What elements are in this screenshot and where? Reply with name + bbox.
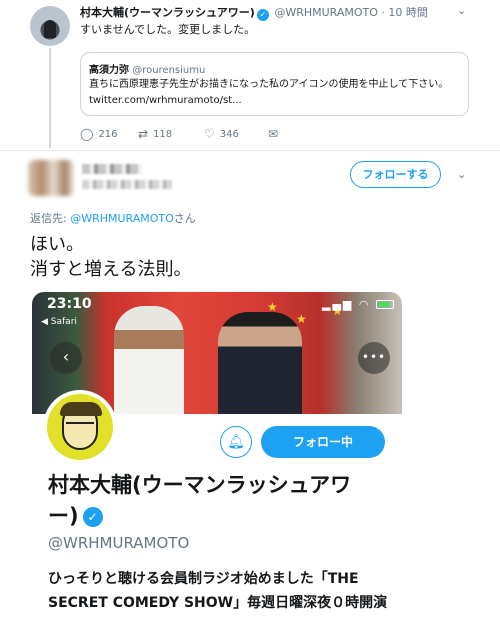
author-handle[interactable]: @WRHMURAMOTO (274, 6, 378, 19)
tweet-header: 村本大輔(ウーマンラッシュアワー) ✓ @WRHMURAMOTO · 10 時間 (80, 4, 428, 21)
blurred-name (82, 164, 142, 174)
follow-button[interactable]: フォローする (350, 161, 441, 188)
author-name[interactable]: 村本大輔(ウーマンラッシュアワー) (80, 6, 255, 19)
heart-icon: ♡ (204, 127, 215, 141)
divider (0, 150, 500, 151)
chevron-down-icon[interactable]: ⌄ (457, 4, 466, 17)
retweet-icon: ⇄ (138, 127, 149, 141)
tweet-text: すいませんでした。変更しました。 (80, 23, 256, 36)
cartoon-face-icon (60, 402, 102, 450)
following-button: フォロー中 (261, 426, 385, 458)
reply-count: 216 (98, 129, 118, 140)
profile-bio: ひっそりと聴ける会員制ラジオ始めました「THE SECRET COMEDY SH… (48, 571, 388, 611)
quoted-author-name: 高須力弥 (89, 65, 129, 76)
retweet-action[interactable]: ⇄ 118 (138, 127, 172, 141)
verified-icon: ✓ (256, 9, 269, 21)
tweet-text-line2: 消すと増える法則。 (30, 259, 192, 280)
more-button: ••• (358, 342, 390, 374)
quoted-tweet-header: 高須力弥 @rourensiumu (89, 61, 205, 76)
reply-icon: ◯ (80, 127, 94, 141)
battery-icon (376, 300, 394, 309)
quoted-tweet-text: 直ちに西原理恵子先生がお描きになった私のアイコンの使用を中止して下さい。 twi… (89, 79, 449, 106)
message-action[interactable]: ✉ (268, 127, 283, 141)
reply-action[interactable]: ◯ 216 (80, 127, 118, 141)
banner-person-right (218, 312, 302, 414)
reply-to-mention[interactable]: @WRHMURAMOTO (70, 212, 174, 225)
signal-icon: ▂▄▆ (322, 298, 354, 311)
reply-to-suffix: さん (173, 212, 196, 225)
profile-handle: @WRHMURAMOTO (48, 534, 190, 552)
chevron-down-icon[interactable]: ⌄ (457, 168, 466, 181)
quoted-author-handle: @rourensiumu (132, 65, 206, 76)
attached-image[interactable]: ★ ★ ★ 23:10 ◀ Safari ▂▄▆ ◠ ‹ ••• 🔔︎ フォロー… (32, 292, 402, 635)
profile-name: 村本大輔(ウーマンラッシュアワー) ✓ (48, 470, 368, 532)
wifi-icon: ◠ (358, 298, 371, 311)
author-avatar[interactable] (30, 6, 70, 46)
back-button: ‹ (50, 342, 82, 374)
blurred-avatar[interactable] (28, 160, 74, 196)
reply-to-prefix: 返信先: (30, 212, 71, 225)
verified-icon: ✓ (82, 507, 103, 527)
tweet-time[interactable]: · 10 時間 (381, 6, 428, 19)
mail-icon: ✉ (268, 127, 279, 141)
tweet-text-line1: ほい。 (30, 234, 84, 255)
reply-tweet: 村本大輔(ウーマンラッシュアワー) ✓ @WRHMURAMOTO · 10 時間 … (0, 0, 500, 150)
reply-to-line: 返信先: @WRHMURAMOTOさん (30, 210, 196, 226)
tweet-text: ほい。 消すと増える法則。 (30, 232, 191, 282)
status-time: 23:10 (47, 296, 92, 312)
like-action[interactable]: ♡ 346 (204, 127, 239, 141)
quoted-tweet[interactable]: 高須力弥 @rourensiumu 直ちに西原理恵子先生がお描きになった私のアイ… (80, 52, 469, 116)
retweet-count: 118 (153, 129, 173, 140)
status-back-to-safari: ◀ Safari (41, 317, 77, 327)
notification-bell-icon: 🔔︎ (220, 426, 252, 458)
profile-avatar (43, 390, 117, 464)
status-icons: ▂▄▆ ◠ (322, 298, 394, 311)
blurred-handle (82, 180, 172, 189)
banner-person-left (114, 306, 184, 414)
like-count: 346 (219, 129, 239, 140)
thread-line (49, 48, 51, 148)
